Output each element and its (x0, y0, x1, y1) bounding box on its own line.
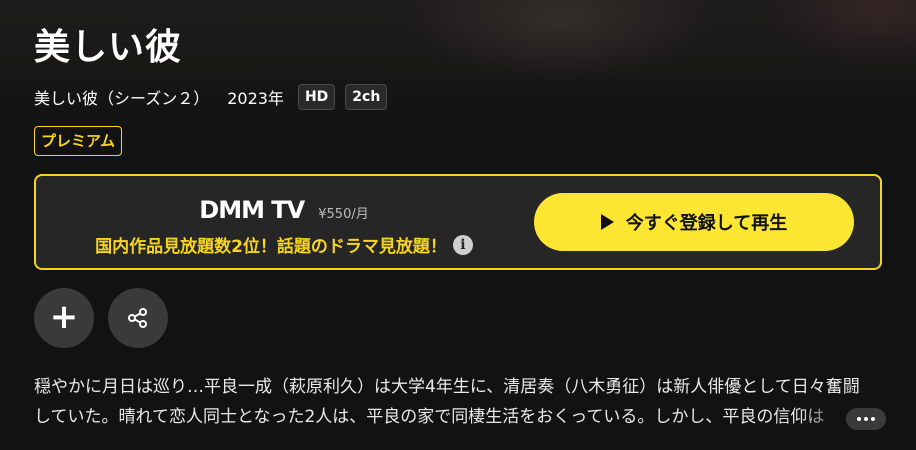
hd-badge: HD (297, 84, 336, 110)
subscribe-play-button[interactable]: 今すぐ登録して再生 (534, 193, 854, 251)
add-to-list-button[interactable]: + (34, 288, 94, 348)
audio-badge: 2ch (345, 84, 388, 110)
more-icon (857, 417, 861, 421)
subscribe-play-label: 今すぐ登録して再生 (625, 213, 788, 234)
play-icon (600, 214, 614, 230)
more-icon (864, 417, 868, 421)
info-icon[interactable]: i (452, 234, 473, 255)
promo-message-text: 国内作品見放題数2位！話題のドラマ見放題！ (95, 237, 447, 257)
promo-message: 国内作品見放題数2位！話題のドラマ見放題！ i (36, 232, 532, 257)
synopsis: 穏やかに月日は巡り…平良一成（萩原利久）は大学4年生に、清居奏（八木勇征）は新人… (34, 372, 882, 432)
title-detail: 美しい彼 美しい彼（シーズン２） 2023年 HD 2ch プレミアム DMM … (0, 0, 916, 450)
more-icon (871, 417, 875, 421)
promo-info: DMM TV ¥550/月 国内作品見放題数2位！話題のドラマ見放題！ i (36, 176, 532, 268)
synopsis-line: していた。晴れて恋人同士となった2人は、平良の家で同棲生活をおくっている。しかし… (34, 407, 825, 427)
show-more-button[interactable] (846, 408, 886, 430)
plus-icon: + (49, 297, 79, 337)
premium-badge: プレミアム (34, 126, 122, 156)
dmm-tv-logo: DMM TV (199, 196, 305, 224)
brand-row: DMM TV ¥550/月 (36, 196, 532, 224)
synopsis-line: 穏やかに月日は巡り…平良一成（萩原利久）は大学4年生に、清居奏（八木勇征）は新人… (34, 377, 860, 397)
page-title: 美しい彼 (34, 27, 183, 68)
release-year: 2023年 (227, 89, 284, 108)
price-label: ¥550/月 (318, 207, 369, 222)
share-button[interactable] (108, 288, 168, 348)
synopsis-fade (800, 404, 846, 434)
season-label: 美しい彼（シーズン２） (34, 89, 210, 108)
meta-row: 美しい彼（シーズン２） 2023年 HD 2ch (34, 84, 388, 110)
share-icon (128, 308, 147, 328)
subscription-promo: DMM TV ¥550/月 国内作品見放題数2位！話題のドラマ見放題！ i 今す… (34, 174, 882, 270)
